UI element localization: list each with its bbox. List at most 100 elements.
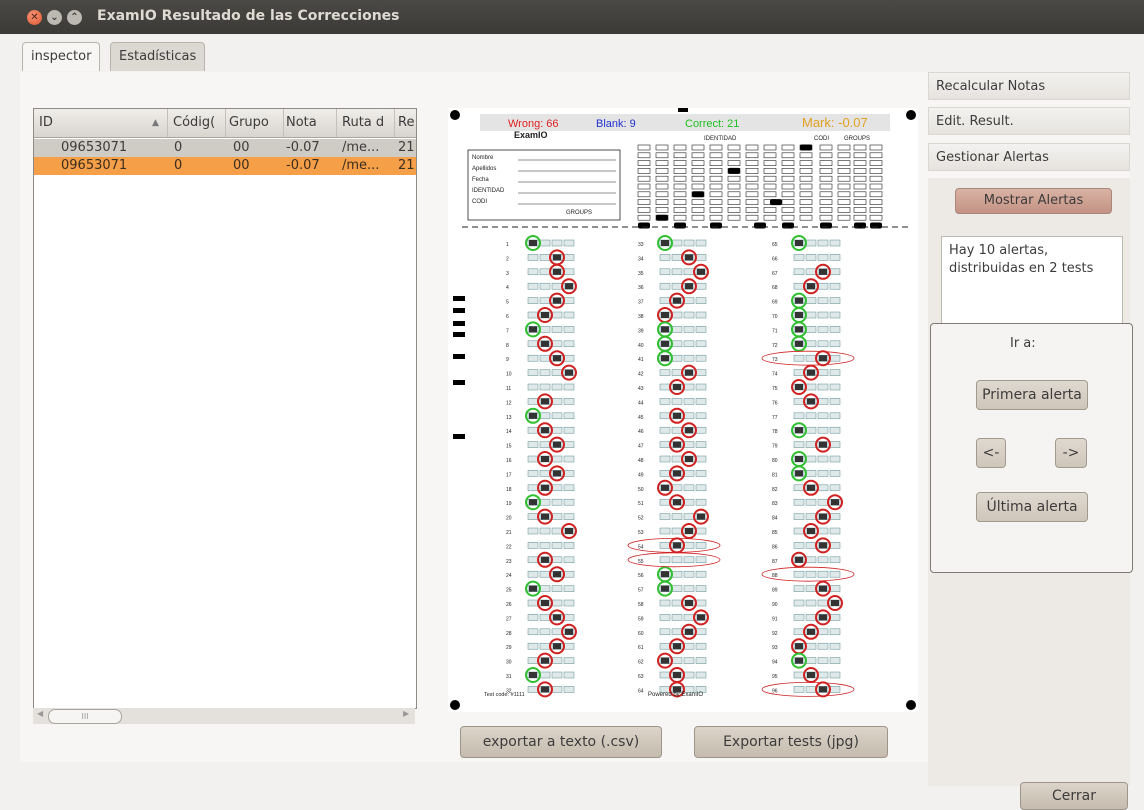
results-table[interactable]: ID ▲ Códig( Grupo Nota Ruta d Re 0965307…	[33, 108, 417, 709]
svg-text:3: 3	[506, 271, 509, 277]
column-header-re[interactable]: Re	[398, 109, 416, 137]
svg-text:93: 93	[772, 645, 778, 651]
table-header: ID ▲ Códig( Grupo Nota Ruta d Re	[34, 109, 416, 138]
svg-text:17: 17	[506, 472, 512, 478]
svg-text:11: 11	[506, 386, 511, 392]
close-button[interactable]: Cerrar	[1020, 782, 1128, 810]
mark-value: Mark: -0.07	[802, 115, 868, 130]
svg-text:33: 33	[638, 242, 644, 248]
column-header-ruta[interactable]: Ruta d	[342, 109, 395, 137]
powered-by: Powered by ExamIO	[648, 692, 703, 698]
svg-text:53: 53	[638, 530, 644, 536]
svg-text:14: 14	[506, 429, 512, 435]
svg-text:69: 69	[772, 300, 778, 306]
scroll-left-icon[interactable]: ◀	[37, 709, 43, 718]
svg-text:22: 22	[506, 544, 512, 550]
blank-count: Blank: 9	[596, 118, 636, 130]
svg-text:Fecha: Fecha	[472, 177, 489, 183]
svg-text:71: 71	[772, 328, 778, 334]
svg-text:63: 63	[638, 674, 644, 680]
svg-text:50: 50	[638, 487, 644, 493]
column-header-grupo[interactable]: Grupo	[229, 109, 284, 137]
export-jpg-button[interactable]: Exportar tests (jpg)	[694, 726, 888, 758]
svg-text:12: 12	[506, 400, 512, 406]
svg-text:82: 82	[772, 487, 778, 493]
svg-text:49: 49	[638, 472, 644, 478]
minimize-window-button[interactable]: ⌄	[47, 10, 62, 25]
ultima-alerta-button[interactable]: Última alerta	[976, 492, 1088, 522]
cell-ruta: /me...	[342, 158, 380, 173]
svg-text:73: 73	[772, 357, 778, 363]
window-title: ExamIO Resultado de las Correcciones	[97, 8, 400, 24]
svg-text:57: 57	[638, 588, 644, 594]
edit-result-button[interactable]: Edit. Result.	[928, 107, 1130, 135]
cell-id: 09653071	[61, 140, 128, 155]
svg-text:13: 13	[506, 415, 512, 421]
table-row[interactable]: 09653071 0 00 -0.07 /me... 21	[34, 139, 416, 157]
column-header-codigo[interactable]: Códig(	[173, 109, 226, 137]
svg-text:19: 19	[506, 501, 512, 507]
svg-text:70: 70	[772, 314, 778, 320]
svg-text:24: 24	[506, 573, 512, 579]
column-header-id[interactable]: ID ▲	[39, 109, 168, 137]
svg-text:CODI: CODI	[472, 199, 487, 205]
svg-text:87: 87	[772, 559, 778, 565]
scrollbar-thumb[interactable]: III	[48, 709, 122, 724]
previous-alert-button[interactable]: <-	[976, 438, 1006, 468]
svg-text:54: 54	[638, 544, 644, 550]
answer-grid: 1234567891011121314151617181920212223242…	[506, 235, 855, 698]
form-fields: Nombre Apellidos Fecha IDENTIDAD CODI GROUPS	[472, 155, 616, 216]
primera-alerta-button[interactable]: Primera alerta	[976, 380, 1088, 410]
registration-mark	[450, 110, 460, 120]
svg-text:45: 45	[638, 415, 644, 421]
svg-text:90: 90	[772, 602, 778, 608]
next-alert-button[interactable]: ->	[1055, 438, 1087, 468]
svg-text:67: 67	[772, 271, 778, 277]
sort-ascending-icon: ▲	[152, 118, 159, 128]
cell-grupo: 00	[233, 140, 250, 155]
table-row-selected[interactable]: 09653071 0 00 -0.07 /me... 21	[34, 157, 416, 175]
svg-text:38: 38	[638, 314, 644, 320]
svg-text:46: 46	[638, 429, 644, 435]
export-csv-button[interactable]: exportar a texto (.csv)	[460, 726, 662, 758]
svg-text:95: 95	[772, 674, 778, 680]
svg-text:91: 91	[772, 616, 778, 622]
svg-text:48: 48	[638, 458, 644, 464]
svg-text:IDENTIDAD: IDENTIDAD	[472, 188, 505, 194]
svg-text:78: 78	[772, 429, 778, 435]
tab-inspector[interactable]: inspector	[22, 42, 101, 71]
svg-text:79: 79	[772, 444, 778, 450]
svg-text:84: 84	[772, 516, 778, 522]
svg-text:34: 34	[638, 256, 644, 262]
svg-text:27: 27	[506, 616, 512, 622]
svg-text:26: 26	[506, 602, 512, 608]
svg-text:58: 58	[638, 602, 644, 608]
identidad-header: IDENTIDAD	[704, 136, 737, 142]
cell-nota: -0.07	[286, 158, 320, 173]
identity-bubble-grid	[637, 144, 883, 229]
maximize-window-button[interactable]: ⌃	[67, 10, 82, 25]
svg-text:74: 74	[772, 372, 778, 378]
svg-text:28: 28	[506, 631, 512, 637]
wrong-count: Wrong: 66	[508, 118, 559, 130]
svg-text:15: 15	[506, 444, 512, 450]
gestionar-alertas-button[interactable]: Gestionar Alertas	[928, 143, 1130, 171]
svg-text:9: 9	[506, 357, 509, 363]
scroll-right-icon[interactable]: ▶	[403, 709, 409, 718]
close-window-button[interactable]: ✕	[27, 10, 42, 25]
svg-text:56: 56	[638, 573, 644, 579]
svg-text:36: 36	[638, 285, 644, 291]
test-code: Test code: #1111	[484, 692, 525, 698]
tab-estadisticas[interactable]: Estadísticas	[110, 42, 206, 71]
svg-text:43: 43	[638, 386, 644, 392]
svg-text:55: 55	[638, 559, 644, 565]
svg-text:76: 76	[772, 400, 778, 406]
column-header-nota[interactable]: Nota	[286, 109, 337, 137]
svg-text:39: 39	[638, 328, 644, 334]
horizontal-scrollbar[interactable]: ◀ III ▶	[33, 708, 415, 724]
recalcular-notas-button[interactable]: Recalcular Notas	[928, 72, 1130, 100]
svg-text:64: 64	[638, 688, 644, 694]
registration-mark	[678, 108, 688, 112]
mostrar-alertas-button[interactable]: Mostrar Alertas	[955, 188, 1112, 214]
groups-header: GROUPS	[844, 136, 870, 142]
